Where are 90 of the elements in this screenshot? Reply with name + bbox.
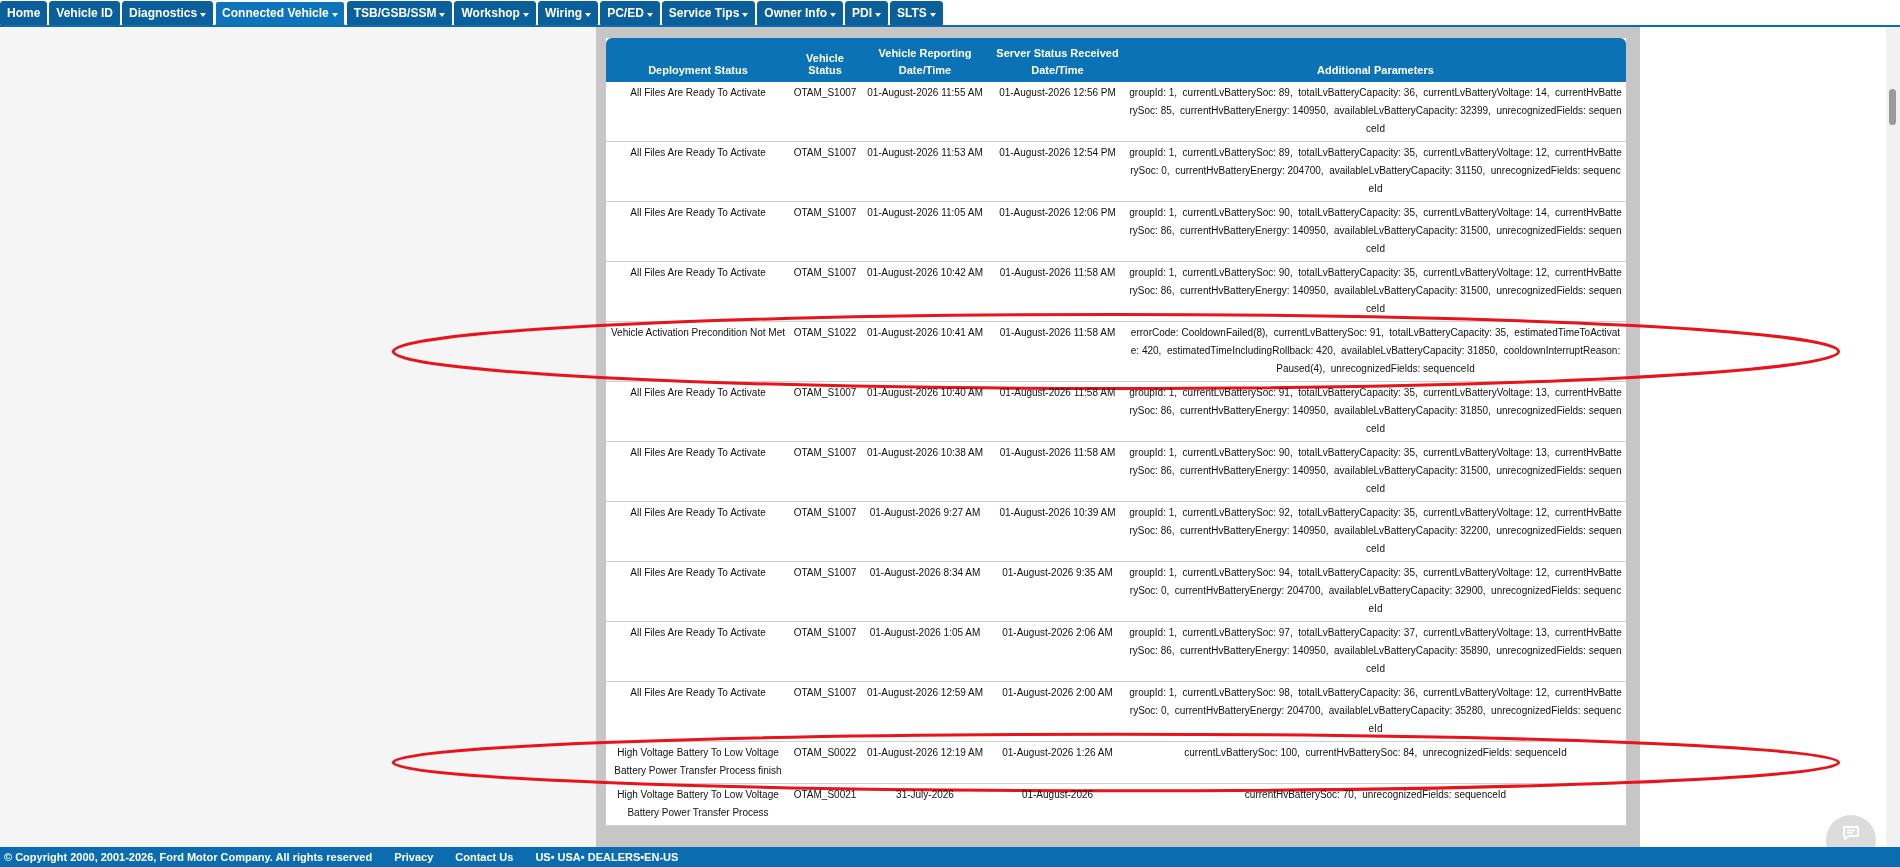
nav-tab[interactable]: Connected Vehicle: [215, 1, 345, 25]
server-datetime-cell-text: 01-August-2026 12:56 PM: [998, 86, 1117, 100]
reporting-datetime-cell-text: 01-August-2026 11:53 AM: [866, 146, 984, 160]
nav-tab[interactable]: Wiring: [537, 1, 599, 25]
server-datetime-cell-text: 01-August-2026 9:35 AM: [1001, 566, 1114, 580]
vehicle-status-cell-text: OTAM_S1007: [792, 566, 858, 580]
vehicle-status-cell-text: OTAM_S1007: [792, 686, 858, 700]
reporting-datetime-cell-text: 01-August-2026 10:40 AM: [865, 386, 985, 400]
server-datetime-cell-text: 01-August-2026: [1020, 788, 1095, 802]
server-datetime-cell-text: 01-August-2026 11:58 AM: [998, 446, 1117, 460]
copyright-text: © Copyright 2000, 2001-2026, Ford Motor Company. All rights reserved: [4, 851, 373, 863]
deployment-status-cell-text: All Files Are Ready To Activate: [629, 446, 767, 460]
vehicle-status-cell-text: OTAM_S1007: [792, 146, 858, 160]
parameters-cell-text: groupId: 1, currentLvBatterySoc: 90, totalLvBatteryCapacity: 35, currentLvBatteryVoltage: 13, currentHvBatterySoc: 86, currentHvBatteryEnergy: 140950, availableLvBatteryCapacity: 31500, unrecognizedFields: sequenceId: [1128, 446, 1623, 496]
deployment-status-cell-text: High Voltage Battery To Low Voltage Battery Power Transfer Process finish: [613, 746, 783, 778]
parameters-cell-text: groupId: 1, currentLvBatterySoc: 90, totalLvBatteryCapacity: 35, currentLvBatteryVoltage: 12, currentHvBatterySoc: 86, currentHvBatteryEnergy: 140950, availableLvBatteryCapacity: 31500, unrecognizedFields: sequenceId: [1128, 266, 1623, 316]
reporting-datetime-cell-text: 01-August-2026 8:34 AM: [868, 566, 982, 580]
nav-tab[interactable]: Service Tips: [661, 1, 756, 25]
server-datetime-cell-text: 01-August-2026 2:00 AM: [1001, 686, 1114, 700]
deployment-status-cell-text: All Files Are Ready To Activate: [629, 146, 767, 160]
reporting-datetime-cell-text: 31-July-2026: [895, 788, 955, 802]
parameters-cell-text: currentLvBatterySoc: 100, currentHvBatterySoc: 84, unrecognizedFields: sequenceId: [1183, 746, 1568, 760]
deployment-status-cell-text: All Files Are Ready To Activate: [629, 386, 767, 400]
parameters-cell-text: groupId: 1, currentLvBatterySoc: 97, totalLvBatteryCapacity: 37, currentLvBatteryVoltage: 13, currentHvBatterySoc: 86, currentHvBatteryEnergy: 140950, availableLvBatteryCapacity: 35890, unrecognizedFields: sequenceId: [1128, 626, 1623, 676]
vehicle-status-cell-text: OTAM_S1007: [792, 446, 858, 460]
nav-tab[interactable]: Vehicle ID: [49, 1, 121, 25]
parameters-cell-text: groupId: 1, currentLvBatterySoc: 98, totalLvBatteryCapacity: 36, currentLvBatteryVoltage: 12, currentHvBatterySoc: 0, currentHvBatteryEnergy: 204700, availableLvBatteryCapacity: 35280, unrecognizedFields: sequenceId: [1128, 686, 1623, 736]
vehicle-status-cell-text: OTAM_S1007: [792, 626, 858, 640]
footer-link[interactable]: US• USA• DEALERS•EN-US: [535, 851, 679, 863]
reporting-datetime-cell-text: 01-August-2026 11:55 AM: [866, 86, 984, 100]
column-header: Deployment Status: [648, 64, 748, 76]
nav-tab[interactable]: Workshop: [454, 1, 536, 25]
deployment-status-cell-text: All Files Are Ready To Activate: [629, 566, 767, 580]
column-group-header: Server Status Received: [996, 47, 1119, 59]
nav-tab[interactable]: SLTS: [890, 1, 943, 25]
reporting-datetime-cell-text: 01-August-2026 1:05 AM: [868, 626, 982, 640]
footer-link[interactable]: Privacy: [394, 851, 434, 863]
nav-tab[interactable]: TSB/GSB/SSM: [346, 1, 453, 25]
parameters-cell-text: errorCode: CooldownFailed(8), currentLvBatterySoc: 91, totalLvBatteryCapacity: 35, estimatedTimeToActivate: 420, estimatedTimeIncludingRollback: 420, availableLvBatteryCapacity: 31850, cooldownInterruptReason: Paused(4), unrecognizedFields: sequenceId: [1129, 326, 1622, 376]
nav-tab[interactable]: PDI: [845, 1, 888, 25]
vehicle-status-cell-text: OTAM_S1007: [792, 206, 858, 220]
scrollbar[interactable]: [1886, 27, 1900, 847]
column-header: Additional Parameters: [1317, 64, 1434, 76]
deployment-status-cell-text: All Files Are Ready To Activate: [629, 686, 767, 700]
reporting-datetime-cell-text: 01-August-2026 11:05 AM: [866, 206, 984, 220]
nav-tab[interactable]: Diagnostics: [122, 1, 214, 25]
reporting-datetime-cell-text: 01-August-2026 10:41 AM: [865, 326, 985, 340]
footer-link[interactable]: Contact Us: [455, 851, 514, 863]
server-datetime-cell-text: 01-August-2026 11:58 AM: [998, 386, 1117, 400]
reporting-datetime-cell-text: 01-August-2026 10:38 AM: [865, 446, 985, 460]
server-datetime-cell-text: 01-August-2026 1:26 AM: [1001, 746, 1114, 760]
column-header: Date/Time: [1031, 64, 1084, 76]
reporting-datetime-cell-text: 01-August-2026 12:19 AM: [865, 746, 985, 760]
vehicle-status-cell-text: OTAM_S1007: [792, 506, 858, 520]
parameters-cell-text: currentHvBatterySoc: 70, unrecognizedFields: sequenceId: [1243, 788, 1508, 802]
vehicle-status-cell-text: OTAM_S0022: [792, 746, 858, 760]
server-datetime-cell-text: 01-August-2026 12:06 PM: [998, 206, 1117, 220]
vehicle-status-cell-text: OTAM_S0021: [792, 788, 858, 802]
server-datetime-cell-text: 01-August-2026 11:58 AM: [998, 266, 1117, 280]
chat-bubble-icon: [1842, 825, 1860, 841]
deployment-status-cell-text: Vehicle Activation Precondition Not Met: [610, 326, 786, 340]
nav-tab[interactable]: Owner Info: [757, 1, 843, 25]
server-datetime-cell-text: 01-August-2026 10:39 AM: [998, 506, 1117, 520]
column-header: Date/Time: [898, 64, 952, 76]
parameters-cell-text: groupId: 1, currentLvBatterySoc: 91, totalLvBatteryCapacity: 35, currentLvBatteryVoltage: 13, currentHvBatterySoc: 86, currentHvBatteryEnergy: 140950, availableLvBatteryCapacity: 31850, unrecognizedFields: sequenceId: [1128, 386, 1623, 436]
deployment-status-cell-text: High Voltage Battery To Low Voltage Battery Power Transfer Process: [616, 788, 780, 820]
deployment-status-cell-text: All Files Are Ready To Activate: [629, 206, 767, 220]
nav-tab[interactable]: PC/ED: [600, 1, 660, 25]
vehicle-status-cell-text: OTAM_S1007: [792, 386, 858, 400]
parameters-cell-text: groupId: 1, currentLvBatterySoc: 90, totalLvBatteryCapacity: 35, currentLvBatteryVoltage: 14, currentHvBatterySoc: 86, currentHvBatteryEnergy: 140950, availableLvBatteryCapacity: 31500, unrecognizedFields: sequenceId: [1128, 206, 1623, 256]
parameters-cell-text: groupId: 1, currentLvBatterySoc: 94, totalLvBatteryCapacity: 35, currentLvBatteryVoltage: 12, currentHvBatterySoc: 0, currentHvBatteryEnergy: 204700, availableLvBatteryCapacity: 32900, unrecognizedFields: sequenceId: [1128, 566, 1623, 616]
vehicle-status-cell-text: OTAM_S1022: [792, 326, 858, 340]
reporting-datetime-cell-text: 01-August-2026 12:59 AM: [865, 686, 985, 700]
vehicle-status-cell-text: OTAM_S1007: [792, 86, 858, 100]
parameters-cell-text: groupId: 1, currentLvBatterySoc: 92, totalLvBatteryCapacity: 35, currentLvBatteryVoltage: 12, currentHvBatterySoc: 86, currentHvBatteryEnergy: 140950, availableLvBatteryCapacity: 32200, unrecognizedFields: sequenceId: [1128, 506, 1623, 556]
server-datetime-cell-text: 01-August-2026 11:58 AM: [998, 326, 1117, 340]
server-datetime-cell-text: 01-August-2026 12:54 PM: [998, 146, 1117, 160]
parameters-cell-text: groupId: 1, currentLvBatterySoc: 89, totalLvBatteryCapacity: 35, currentLvBatteryVoltage: 12, currentHvBatterySoc: 0, currentHvBatteryEnergy: 204700, availableLvBatteryCapacity: 31150, unrecognizedFields: sequenceId: [1128, 146, 1623, 196]
nav-tab[interactable]: Home: [0, 1, 48, 25]
reporting-datetime-cell-text: 01-August-2026 10:42 AM: [865, 266, 985, 280]
deployment-status-cell-text: All Files Are Ready To Activate: [629, 86, 767, 100]
deployment-status-cell-text: All Files Are Ready To Activate: [629, 266, 767, 280]
parameters-cell-text: groupId: 1, currentLvBatterySoc: 89, totalLvBatteryCapacity: 36, currentLvBatteryVoltage: 14, currentHvBatterySoc: 85, currentHvBatteryEnergy: 140950, availableLvBatteryCapacity: 32399, unrecognizedFields: sequenceId: [1128, 86, 1623, 136]
reporting-datetime-cell-text: 01-August-2026 9:27 AM: [868, 506, 982, 520]
vehicle-status-cell-text: OTAM_S1007: [792, 266, 858, 280]
column-group-header: Vehicle Reporting: [878, 47, 972, 59]
deployment-status-cell-text: All Files Are Ready To Activate: [629, 506, 767, 520]
deployment-status-cell-text: All Files Are Ready To Activate: [629, 626, 767, 640]
server-datetime-cell-text: 01-August-2026 2:06 AM: [1001, 626, 1114, 640]
column-header: Vehicle Status: [805, 52, 845, 76]
